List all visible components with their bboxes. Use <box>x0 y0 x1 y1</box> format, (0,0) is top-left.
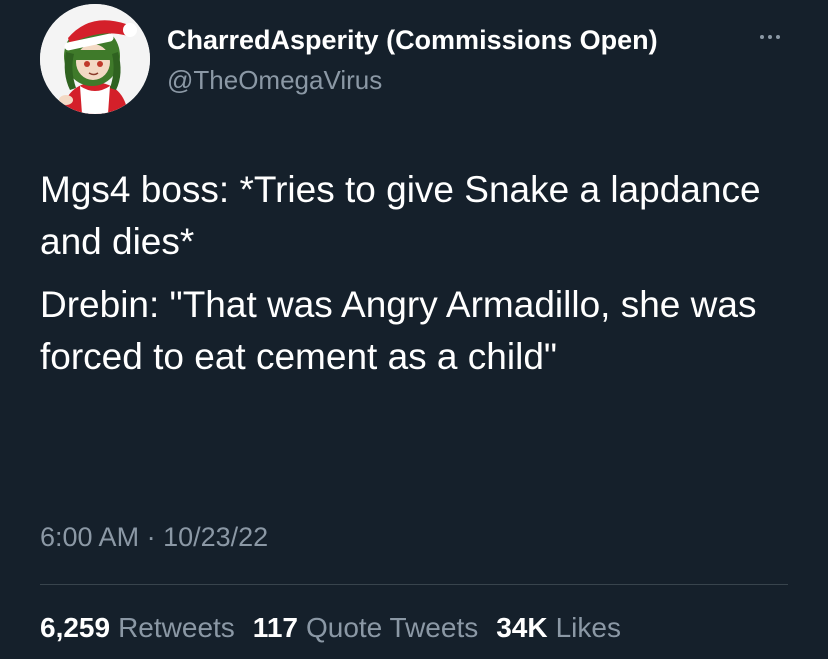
quote-tweets-stat[interactable]: 117 Quote Tweets <box>253 611 478 645</box>
more-dot <box>768 35 772 39</box>
retweets-count: 6,259 <box>40 612 111 643</box>
tweet-timestamp[interactable]: 6:00 AM · 10/23/22 <box>40 520 268 554</box>
divider <box>40 584 788 585</box>
avatar-image <box>40 4 150 114</box>
author-handle[interactable]: @TheOmegaVirus <box>167 64 382 96</box>
avatar[interactable] <box>40 4 150 114</box>
tweet-time[interactable]: 6:00 AM <box>40 522 139 552</box>
quote-tweets-label: Quote Tweets <box>305 612 479 643</box>
likes-label: Likes <box>555 612 621 643</box>
retweets-label: Retweets <box>118 612 235 643</box>
more-dot <box>760 35 764 39</box>
tweet-paragraph-1: Mgs4 boss: *Tries to give Snake a lapdan… <box>40 169 761 262</box>
meta-separator: · <box>146 522 156 552</box>
likes-count: 34K <box>496 612 548 643</box>
quote-tweets-count: 117 <box>252 612 298 643</box>
tweet-date[interactable]: 10/23/22 <box>163 522 268 552</box>
engagement-stats: 6,259 Retweets 117 Quote Tweets 34K Likes <box>40 611 621 645</box>
tweet-text: Mgs4 boss: *Tries to give Snake a lapdan… <box>40 164 800 383</box>
likes-stat[interactable]: 34K Likes <box>496 611 621 645</box>
author-display-name[interactable]: CharredAsperity (Commissions Open) <box>167 24 658 56</box>
more-options-icon[interactable] <box>748 22 792 52</box>
tweet-paragraph-2: Drebin: "That was Angry Armadillo, she w… <box>40 284 757 377</box>
more-dot <box>776 35 780 39</box>
retweets-stat[interactable]: 6,259 Retweets <box>40 611 235 645</box>
